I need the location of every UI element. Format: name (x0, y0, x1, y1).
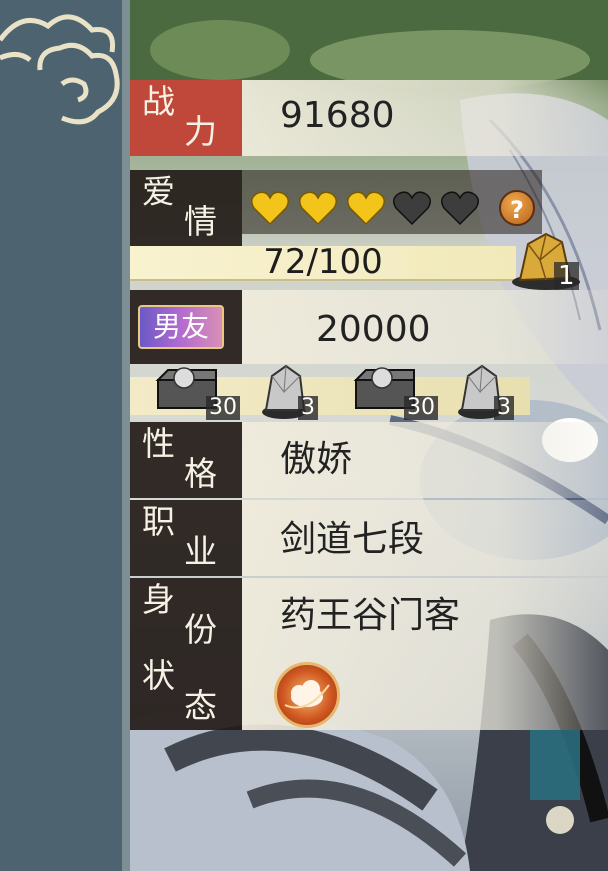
power-label: 战 力 (130, 80, 242, 156)
cloud-glyph (284, 680, 330, 709)
left-sidebar (0, 0, 122, 871)
personality-value: 傲娇 (280, 439, 353, 480)
heart-filled-icon (347, 191, 385, 226)
love-label: 爱 情 (130, 170, 242, 246)
help-button[interactable]: ? (499, 190, 535, 226)
reward-count: 3 (494, 396, 514, 420)
reward-item[interactable]: 30 (350, 364, 438, 420)
reward-item[interactable]: 3 (260, 364, 318, 420)
personality-label: 性 格 (130, 422, 242, 498)
heart-empty-icon (441, 191, 479, 226)
personality-label-bottom: 格 (184, 454, 217, 493)
power-value: 91680 (280, 95, 395, 136)
love-label-top: 爱 (142, 172, 175, 211)
sidebar-divider (122, 0, 130, 871)
reward-item[interactable]: 30 (152, 364, 240, 420)
reward-item[interactable]: 3 (456, 364, 514, 420)
identity-label: 身 份 (130, 578, 242, 654)
job-row: 职 业 剑道七段 (130, 500, 608, 576)
status-row: 状 态 (130, 654, 608, 730)
power-label-top: 战 (142, 82, 175, 121)
gold-ore-icon[interactable] (506, 230, 592, 290)
heart-filled-icon (251, 191, 289, 226)
power-row: 战 力 91680 (130, 80, 608, 156)
personality-label-top: 性 (142, 424, 175, 463)
cloud-ornament-icon (0, 14, 120, 125)
side-reward-count: 1 (554, 262, 579, 290)
character-panel: 战 力 91680 爱 情 ? 72/100 1 男友 20000 30 3 3… (130, 0, 608, 871)
cloud-chain-icon[interactable] (274, 662, 340, 728)
status-label-top: 状 (142, 656, 175, 695)
job-label-top: 职 (142, 502, 175, 541)
job-value: 剑道七段 (280, 519, 425, 560)
identity-value: 药王谷门客 (280, 595, 461, 636)
status-label: 状 态 (130, 654, 242, 730)
love-progress-text: 72/100 (263, 242, 383, 282)
love-label-bottom: 情 (184, 202, 217, 241)
heart-filled-icon (299, 191, 337, 226)
status-label-bottom: 态 (184, 686, 217, 725)
personality-row: 性 格 傲娇 (130, 422, 608, 498)
boyfriend-value: 20000 (316, 309, 431, 350)
job-label-bottom: 业 (184, 532, 217, 571)
heart-empty-icon (393, 191, 431, 226)
identity-label-bottom: 份 (184, 610, 217, 649)
job-label: 职 业 (130, 500, 242, 576)
boyfriend-badge: 男友 (138, 305, 224, 349)
reward-count: 3 (298, 396, 318, 420)
identity-row: 身 份 药王谷门客 (130, 578, 608, 654)
reward-count: 30 (404, 396, 438, 420)
power-label-bottom: 力 (184, 112, 217, 151)
reward-count: 30 (206, 396, 240, 420)
identity-label-top: 身 (142, 580, 175, 619)
